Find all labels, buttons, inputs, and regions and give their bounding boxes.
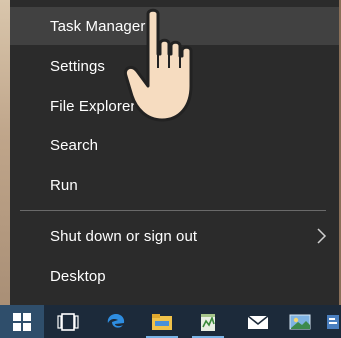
start-button[interactable] (0, 305, 44, 338)
menu-item-run[interactable]: Run (10, 166, 339, 204)
taskbar (0, 305, 341, 338)
mail-button[interactable] (240, 305, 276, 338)
menu-item-label: Search (50, 136, 99, 154)
menu-item-label: Settings (50, 57, 105, 75)
app-icon (326, 314, 339, 329)
menu-item-search[interactable]: Search (10, 126, 339, 164)
mail-icon (247, 314, 269, 329)
task-view-button[interactable] (50, 305, 86, 338)
task-view-icon (57, 312, 79, 331)
menu-item-label: Desktop (50, 267, 106, 285)
windows-start-icon (13, 312, 31, 331)
hand-pointer-cursor-icon (123, 8, 193, 122)
menu-item-shutdown[interactable]: Shut down or sign out (10, 217, 339, 255)
edge-button[interactable] (96, 305, 136, 338)
file-explorer-icon (152, 313, 172, 330)
file-explorer-button[interactable] (142, 305, 182, 338)
menu-item-label: Run (50, 176, 78, 194)
edge-browser-icon (107, 313, 125, 328)
photos-icon (289, 314, 311, 329)
menu-item-label: Shut down or sign out (50, 227, 198, 245)
notepad-button[interactable] (188, 305, 228, 338)
photos-button[interactable] (282, 305, 318, 338)
chevron-right-icon (317, 228, 327, 244)
menu-item-desktop[interactable]: Desktop (10, 257, 339, 295)
app-button[interactable] (322, 305, 341, 338)
menu-divider (20, 210, 326, 211)
notepad-icon (201, 313, 215, 331)
